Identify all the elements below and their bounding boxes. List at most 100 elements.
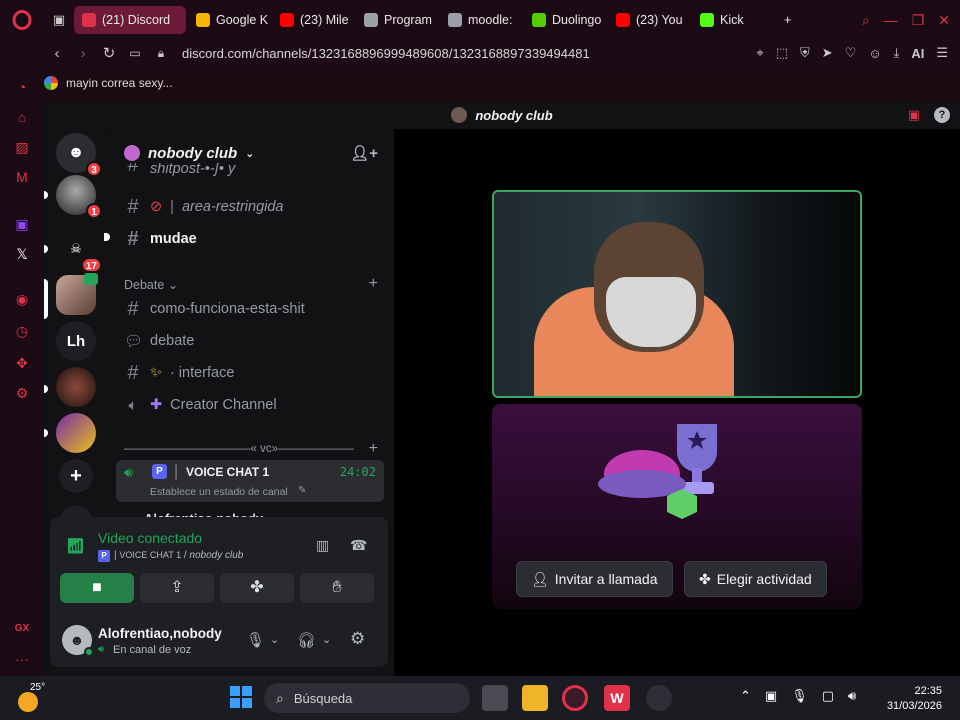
username[interactable]: Alofrentiao,nobody [98, 626, 222, 641]
task-view-icon[interactable] [482, 685, 508, 711]
noise-suppression-icon[interactable]: ▥ [316, 537, 329, 554]
wps-office-icon[interactable]: W [604, 685, 630, 711]
file-explorer-icon[interactable] [522, 685, 548, 711]
activities-button[interactable]: ✤ [220, 573, 294, 603]
category-vc[interactable]: ———————————« vc»——————————— + [116, 440, 386, 458]
download-icon[interactable]: ⤓ [894, 45, 900, 61]
microphone-icon[interactable]: 🎙︎ [246, 631, 265, 649]
direct-messages-button[interactable]: ☻ 3 [56, 133, 102, 177]
choose-activity-button[interactable]: ✤ Elegir actividad [684, 561, 827, 597]
player-icon[interactable]: ◉ [13, 290, 31, 308]
aria-icon[interactable]: ◔ [13, 78, 31, 96]
chevron-up-icon[interactable]: ⌃ [740, 688, 751, 704]
channel-area-restringida[interactable]: # ⊘ | area-restringida [116, 192, 386, 222]
channel-status-hint[interactable]: Establece un estado de canal [150, 486, 288, 498]
app-icon[interactable] [646, 685, 672, 711]
back-icon[interactable]: ‹ [44, 45, 70, 62]
browser-tab[interactable]: Kick [692, 6, 774, 34]
new-tab-button[interactable]: + [776, 6, 799, 34]
clock[interactable]: 22:35 31/03/2026 [887, 684, 942, 714]
no-entry-icon: ⊘ [150, 199, 163, 215]
taskbar-search[interactable]: ⌕ Búsqueda [264, 683, 470, 713]
category-debate[interactable]: Debate ⌄ + [116, 275, 386, 293]
app-tray-icon[interactable]: ▣ [765, 688, 777, 704]
heart-icon[interactable]: ♡ [845, 45, 857, 61]
send-icon[interactable]: ➤ [822, 45, 833, 61]
browser-tab[interactable]: Duolingo [524, 6, 606, 34]
camera-icon[interactable]: ▭ [122, 46, 148, 60]
twitch-icon[interactable]: ▣ [13, 215, 31, 233]
voice-channel-active[interactable]: 🔊︎ P | VOICE CHAT 1 24:02 Establece un e… [116, 460, 384, 502]
search-tabs-icon[interactable]: ⌕ [862, 12, 870, 29]
invite-people-icon[interactable]: 👤︎+ [350, 144, 378, 162]
history-icon[interactable]: ◷ [13, 322, 31, 340]
soundboard-button[interactable]: ✋︎ [300, 573, 374, 603]
channel-item[interactable]: # shitpost-•-ʃ• y [116, 163, 386, 177]
add-server-icon[interactable]: + [59, 459, 93, 493]
server-icon-lh[interactable]: Lh [56, 321, 96, 361]
invite-to-call-button[interactable]: 👤︎ Invitar a llamada [516, 561, 673, 597]
channel-mudae[interactable]: # mudae [116, 224, 386, 254]
browser-tab[interactable]: Google K [188, 6, 270, 34]
browser-tab[interactable]: (23) Mile [272, 6, 354, 34]
volume-icon[interactable]: 🔊︎ [848, 688, 856, 704]
server-icon-nobody-club[interactable] [56, 273, 98, 315]
channel-debate[interactable]: 💬︎ debate [116, 326, 386, 356]
reload-icon[interactable]: ↻ [96, 44, 122, 62]
browser-tab[interactable]: (23) You [608, 6, 690, 34]
inbox-icon[interactable]: ▣ [908, 107, 920, 123]
video-tile[interactable] [492, 190, 862, 398]
account-icon[interactable]: ☺ [868, 46, 881, 61]
minimize-icon[interactable]: — [884, 12, 898, 29]
server-icon[interactable]: 1 [56, 175, 102, 219]
pencil-icon[interactable]: ✎ [298, 485, 306, 496]
opera-logo-icon[interactable] [0, 10, 44, 30]
more-icon[interactable]: ··· [13, 650, 31, 668]
server-icon[interactable] [56, 413, 96, 453]
close-icon[interactable]: ✕ [938, 12, 950, 29]
messenger-icon[interactable]: M [13, 168, 31, 186]
channel-interface[interactable]: # ✨︎ · interface [116, 358, 386, 388]
gx-icon[interactable]: GX [13, 620, 31, 638]
shield-icon[interactable]: ⛨ [800, 45, 810, 61]
maximize-icon[interactable]: ❐ [912, 12, 925, 29]
settings-icon[interactable]: ⚙ [13, 384, 31, 402]
channel-como-funciona[interactable]: # como-funciona-esta-shit [116, 294, 386, 324]
browser-tab[interactable]: (21) Discord [74, 6, 186, 34]
bag-icon[interactable]: ⌂ [13, 108, 31, 126]
browser-tab[interactable]: moodle: [440, 6, 522, 34]
workspaces-icon[interactable]: ▣ [44, 12, 74, 28]
chevron-down-icon[interactable]: ⌄ [322, 633, 331, 646]
snapshot-icon[interactable]: ⬚ [776, 45, 788, 61]
url-field[interactable]: discord.com/channels/1323168896999489608… [182, 46, 590, 61]
soundboard-icon: ✋︎ [332, 579, 342, 596]
avatar[interactable]: ☻ [62, 625, 94, 657]
start-button[interactable] [230, 686, 252, 708]
add-channel-icon[interactable]: + [369, 440, 378, 458]
gear-icon[interactable]: ⚙ [350, 629, 365, 649]
extensions-icon[interactable]: ✥ [13, 354, 31, 372]
bookmark-item[interactable]: mayin correa sexy... [66, 76, 172, 90]
disconnect-icon[interactable]: ☎ [350, 537, 367, 554]
screen-share-button[interactable]: ⇪ [140, 573, 214, 603]
discord-side-icon[interactable]: ▨ [13, 138, 31, 156]
server-icon[interactable] [56, 367, 96, 407]
pin-icon[interactable]: ⌖ [756, 45, 763, 61]
search-placeholder: Búsqueda [293, 690, 353, 706]
opera-gx-icon[interactable] [562, 685, 588, 711]
channel-creator[interactable]: 🔈︎ ✚ Creator Channel [116, 390, 386, 420]
network-icon[interactable]: ▢ [822, 688, 834, 704]
headphones-icon[interactable]: 🎧︎ [297, 631, 316, 649]
help-icon[interactable]: ? [934, 107, 950, 123]
browser-tab[interactable]: Program [356, 6, 438, 34]
menu-icon[interactable]: ☰ [936, 45, 948, 61]
ai-button[interactable]: AI [911, 46, 924, 61]
chevron-down-icon[interactable]: ⌄ [270, 633, 279, 646]
tab-favicon-icon [532, 13, 546, 27]
camera-button[interactable]: ■ [60, 573, 134, 603]
forward-icon[interactable]: › [70, 45, 96, 62]
mic-tray-icon[interactable]: 🎙︎ [791, 688, 808, 704]
add-channel-icon[interactable]: + [369, 275, 378, 293]
server-icon[interactable]: ☠ 17 [56, 229, 102, 273]
x-icon[interactable]: 𝕏 [13, 245, 31, 263]
